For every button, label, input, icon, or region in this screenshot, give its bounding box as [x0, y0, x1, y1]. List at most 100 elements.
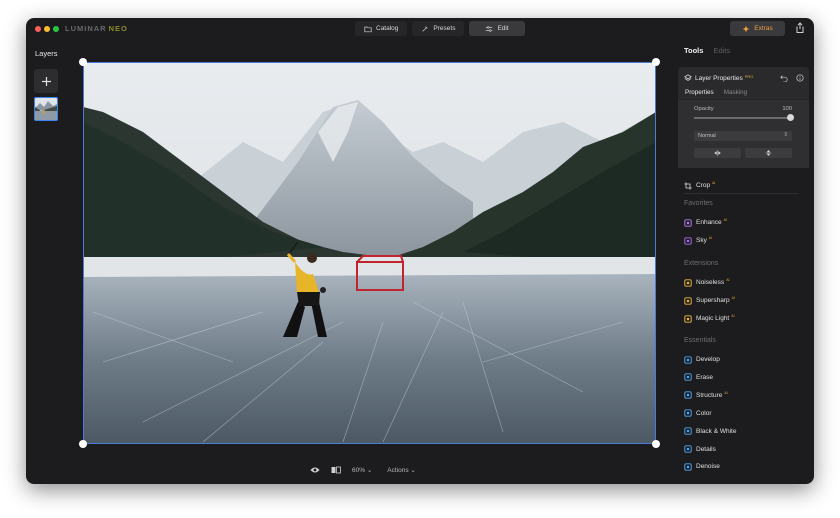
tool-label: Details — [696, 445, 716, 453]
tool-magic-light[interactable]: Magic Light AI — [684, 313, 735, 324]
tab-catalog[interactable]: Catalog — [355, 21, 408, 36]
layer-thumbnail-image — [35, 98, 57, 120]
ai-badge: AI — [712, 181, 716, 185]
opacity-value: 100 — [782, 106, 792, 112]
layers-title: Layers — [35, 49, 58, 58]
sliders-icon — [486, 25, 493, 32]
chevron-down-icon: ⌄ — [410, 467, 416, 474]
tab-presets[interactable]: Presets — [412, 21, 465, 36]
pro-badge: PRO — [744, 73, 754, 79]
crop-icon — [684, 181, 692, 190]
tool-label: Magic Light — [696, 315, 730, 322]
supersharp-icon — [684, 296, 692, 305]
presets-icon — [422, 26, 428, 32]
opacity-slider[interactable] — [694, 117, 791, 119]
photo-canvas[interactable] — [83, 62, 656, 444]
layer-thumbnail[interactable] — [34, 97, 58, 121]
tab-edit[interactable]: Edit — [469, 21, 525, 36]
layers-icon — [684, 74, 692, 81]
ai-badge: AI — [708, 236, 713, 240]
tool-develop[interactable]: Develop — [684, 354, 720, 365]
actions-label: Actions — [387, 467, 409, 474]
info-icon[interactable] — [796, 74, 804, 82]
zoom-value: 60% — [352, 467, 366, 474]
tab-tools[interactable]: Tools — [684, 46, 703, 55]
layer-properties-title: Layer Properties — [695, 74, 743, 82]
section-essentials: Essentials — [684, 337, 716, 344]
eye-icon[interactable] — [310, 466, 320, 474]
subtab-masking[interactable]: Masking — [724, 89, 747, 96]
tool-label: Structure — [696, 391, 723, 399]
ai-badge: AI — [726, 278, 730, 282]
undo-icon[interactable] — [780, 74, 788, 82]
tool-label: Color — [696, 409, 712, 417]
tool-sky[interactable]: Sky AI — [684, 235, 712, 246]
magic-light-icon — [684, 314, 692, 323]
tool-label: Noiseless — [696, 279, 725, 286]
folder-icon — [364, 26, 372, 32]
transform-handle-bottom-left[interactable] — [79, 440, 87, 448]
ai-badge: AI — [724, 390, 728, 395]
tab-presets-label: Presets — [433, 25, 456, 32]
denoise-icon — [684, 463, 692, 471]
opacity-label: Opacity — [694, 106, 714, 112]
tool-label: Sky — [696, 237, 707, 244]
zoom-window-button[interactable] — [53, 26, 59, 32]
layer-properties-subtabs: Properties Masking — [685, 89, 747, 96]
layer-properties-card: Layer Properties PRO Properties Masking … — [678, 67, 809, 168]
details-icon — [684, 445, 692, 453]
main-nav: Catalog Presets Edit — [355, 21, 525, 36]
opacity-slider-knob[interactable] — [787, 114, 794, 121]
tool-erase[interactable]: Erase — [684, 372, 713, 383]
panel-tabs: Tools Edits — [684, 46, 730, 55]
tool-label: Enhance — [696, 219, 722, 226]
flip-vertical-icon — [765, 150, 772, 156]
tool-noiseless[interactable]: Noiseless AI — [684, 277, 730, 288]
layer-properties-header[interactable]: Layer Properties PRO — [684, 73, 804, 83]
tool-label: Supersharp — [696, 297, 730, 304]
blend-mode-select[interactable]: Normal ⇕ — [694, 131, 792, 141]
tool-label: Develop — [696, 356, 720, 363]
ai-badge: AI — [731, 314, 735, 318]
ai-badge: AI — [723, 218, 727, 222]
tool-color[interactable]: Color — [684, 408, 712, 419]
compare-icon[interactable] — [331, 466, 341, 474]
blend-mode-value: Normal — [698, 133, 716, 139]
tab-catalog-label: Catalog — [376, 25, 399, 32]
erase-icon — [684, 373, 692, 382]
tab-edits[interactable]: Edits — [713, 46, 730, 55]
minimize-window-button[interactable] — [44, 26, 50, 32]
flip-horizontal-icon — [714, 150, 721, 156]
chevron-down-icon: ⌄ — [366, 467, 373, 474]
actions-dropdown[interactable]: Actions ⌄ — [387, 466, 416, 474]
add-layer-button[interactable] — [34, 69, 58, 93]
properties-content: Opacity 100 Normal ⇕ — [678, 99, 809, 168]
tool-black-white[interactable]: Black & White — [684, 426, 736, 437]
section-favorites: Favorites — [684, 200, 713, 207]
tool-denoise[interactable]: Denoise — [684, 461, 720, 472]
zoom-dropdown[interactable]: 60% ⌄ — [352, 466, 372, 474]
structure-icon — [684, 391, 692, 399]
flip-vertical-button[interactable] — [745, 148, 792, 158]
tool-enhance[interactable]: Enhance AI — [684, 217, 727, 228]
tool-label: Erase — [696, 373, 713, 381]
transform-handle-bottom-right[interactable] — [652, 440, 660, 448]
tab-edit-label: Edit — [497, 25, 509, 32]
black-white-icon — [684, 427, 692, 435]
enhance-icon — [684, 218, 692, 227]
tool-supersharp[interactable]: Supersharp AI — [684, 295, 735, 306]
close-window-button[interactable] — [35, 26, 41, 32]
tool-label: Black & White — [696, 427, 737, 435]
app-window: LUMINAR NEO Catalog Presets Edit Extras L… — [26, 18, 814, 484]
tool-crop-label: Crop — [696, 182, 711, 189]
divider — [684, 193, 799, 194]
transform-handle-top-left[interactable] — [79, 58, 87, 66]
tool-structure[interactable]: Structure AI — [684, 390, 728, 401]
flip-horizontal-button[interactable] — [694, 148, 741, 158]
transform-handle-top-right[interactable] — [652, 58, 660, 66]
tool-details[interactable]: Details — [684, 444, 716, 455]
subtab-properties[interactable]: Properties — [685, 89, 714, 96]
tool-crop[interactable]: Crop AI — [684, 180, 715, 191]
noiseless-icon — [684, 278, 692, 287]
tools-panel: Tools Edits Layer Properties PRO Propert… — [676, 18, 814, 484]
